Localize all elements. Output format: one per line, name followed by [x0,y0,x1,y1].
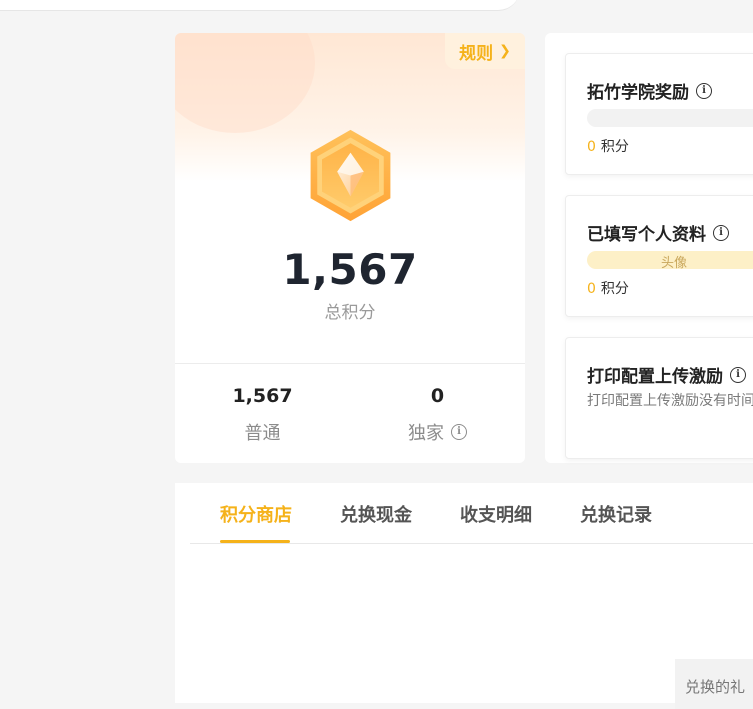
task-points-value: 0 [587,139,596,155]
tabs-divider [190,543,753,544]
total-points-label: 总积分 [324,303,376,323]
redeemed-gift-text: 兑换的礼 [685,678,746,696]
tabs-panel: 积分商店 兑换现金 收支明细 兑换记录 兑换的礼 [175,483,753,709]
info-icon[interactable]: i [730,366,746,383]
task-bar-label: 头像 [661,256,688,271]
task-description: 打印配置上传激励没有时间 [587,393,753,409]
normal-points-value: 1,567 [232,385,293,407]
redeemed-gift-notice: 兑换的礼 [675,659,753,709]
rules-link[interactable]: 规则 ❯ [445,33,525,69]
exclusive-points-label: 独家 [408,423,444,444]
exclusive-points-value: 0 [430,385,445,407]
info-icon[interactable]: i [451,424,467,440]
task-card-academy: 拓竹学院奖励 i 0 积分 [565,53,753,175]
top-search-strip [0,0,520,11]
task-points-unit: 积分 [600,139,629,155]
tab-transaction-details[interactable]: 收支明细 [460,501,532,527]
info-icon[interactable]: i [696,82,712,99]
rules-label: 规则 [459,43,494,64]
normal-points-label: 普通 [244,423,281,444]
tasks-panel: 拓竹学院奖励 i 0 积分 已填写个人资料 i 头像 0 积分 打印配置上传激励 i… [545,33,753,463]
task-card-print-config: 打印配置上传激励 i 打印配置上传激励没有时间 [565,337,753,459]
task-title: 拓竹学院奖励 [587,83,689,103]
task-points-unit: 积分 [600,281,629,297]
chevron-right-icon: ❯ [499,43,511,59]
task-title: 已填写个人资料 [587,225,706,245]
task-card-profile: 已填写个人资料 i 头像 0 积分 [565,195,753,317]
tab-points-store[interactable]: 积分商店 [220,501,292,527]
task-progress-bar [587,109,753,127]
crystal-badge-icon [310,129,391,222]
total-points-value: 1,567 [282,245,418,294]
normal-points-stat: 1,567 普通 [175,385,350,445]
tab-exchange-records[interactable]: 兑换记录 [580,501,652,527]
task-progress-bar: 头像 [587,251,753,271]
info-icon[interactable]: i [713,224,729,241]
decorative-blob [175,33,315,133]
exclusive-points-stat: 0 独家 i [350,385,525,445]
task-title: 打印配置上传激励 [587,367,723,387]
divider [175,363,525,364]
points-summary-card: 规则 ❯ 1,567 总积分 1,567 普通 0 独家 i [175,33,525,463]
task-points-value: 0 [587,281,596,297]
tab-exchange-cash[interactable]: 兑换现金 [340,501,412,527]
